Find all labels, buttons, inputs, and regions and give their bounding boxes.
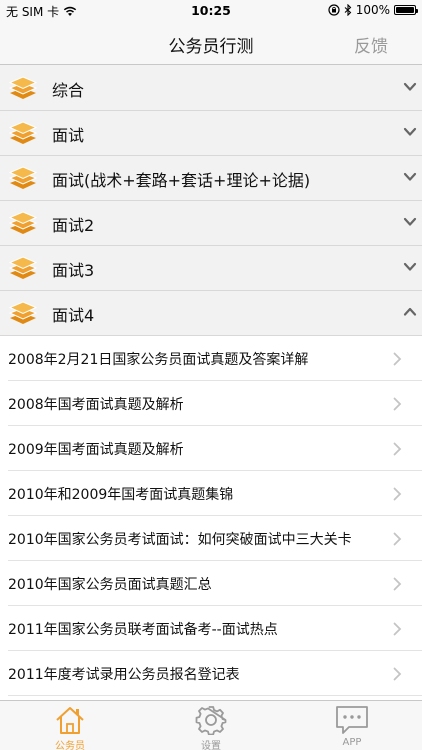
tab-app[interactable]: APP: [302, 701, 402, 750]
tab-label: 公务员: [55, 741, 85, 750]
list-item-label: 2011年国家公务员联考面试备考--面试热点: [8, 622, 278, 638]
section-label: 面试: [52, 126, 85, 145]
home-icon: [56, 707, 84, 734]
list-item[interactable]: 2008年国考面试真题及解析: [0, 381, 422, 426]
content-list[interactable]: 综合 面试 面试(战术+套路+套话+理论+论据) 面试2 面试3 面试4 200…: [0, 66, 422, 700]
list-item-label: 2010年国家公务员考试面试：如何突破面试中三大关卡: [8, 532, 352, 548]
list-item[interactable]: 2011年国家公务员联考面试备考--面试热点: [0, 606, 422, 651]
section-header-mianshi-4[interactable]: 面试4: [0, 291, 422, 336]
section-header-mianshi-3[interactable]: 面试3: [0, 246, 422, 291]
chevron-down-icon: [403, 262, 417, 271]
chevron-down-icon: [403, 82, 417, 91]
list-item[interactable]: 2010年国家公务员考试面试：如何突破面试中三大关卡: [0, 516, 422, 561]
tab-label: 设置: [201, 741, 221, 750]
section-label: 面试4: [52, 306, 95, 325]
list-item-label: 2009年国考面试真题及解析: [8, 442, 184, 458]
chevron-right-icon: [393, 487, 402, 501]
status-right-group: 100%: [328, 3, 418, 17]
stack-layers-icon: [8, 166, 38, 189]
battery-icon: [394, 5, 418, 15]
stack-layers-icon: [8, 121, 38, 144]
chat-bubble-icon: [336, 706, 368, 734]
list-item-label: 2010年和2009年国考面试真题集锦: [8, 487, 234, 503]
chevron-right-icon: [393, 352, 402, 366]
chevron-right-icon: [393, 442, 402, 456]
chevron-down-icon: [403, 127, 417, 136]
stack-layers-icon: [8, 256, 38, 279]
chevron-right-icon: [393, 397, 402, 411]
chevron-right-icon: [393, 667, 402, 681]
stack-layers-icon: [8, 76, 38, 99]
section-header-zonghe[interactable]: 综合: [0, 66, 422, 111]
bluetooth-icon: [344, 4, 351, 16]
orientation-lock-icon: [328, 4, 340, 16]
tab-label: APP: [342, 737, 362, 748]
feedback-button[interactable]: 反馈: [354, 32, 388, 57]
section-label: 综合: [52, 81, 85, 100]
list-item[interactable]: 2011年度考试录用公务员报名登记表: [0, 651, 422, 696]
section-header-mianshi[interactable]: 面试: [0, 111, 422, 156]
list-item[interactable]: 2008年2月21日国家公务员面试真题及答案详解: [0, 336, 422, 381]
section-header-mianshi-2[interactable]: 面试2: [0, 201, 422, 246]
list-item[interactable]: 2009年国考面试真题及解析: [0, 426, 422, 471]
chevron-right-icon: [393, 577, 402, 591]
gear-icon: [195, 706, 227, 735]
navigation-bar: 公务员行测 反馈: [0, 20, 422, 65]
chevron-up-icon: [403, 307, 417, 316]
section-label: 面试3: [52, 261, 95, 280]
tab-settings[interactable]: 设置: [161, 701, 261, 750]
stack-layers-icon: [8, 211, 38, 234]
chevron-right-icon: [393, 532, 402, 546]
section-label: 面试2: [52, 216, 95, 235]
list-item-label: 2008年2月21日国家公务员面试真题及答案详解: [8, 352, 309, 368]
list-item-label: 2008年国考面试真题及解析: [8, 397, 184, 413]
chevron-right-icon: [393, 622, 402, 636]
section-label: 面试(战术+套路+套话+理论+论据): [52, 171, 311, 190]
list-item[interactable]: 2010年和2009年国考面试真题集锦: [0, 471, 422, 516]
status-bar: 无 SIM 卡 10:25 100%: [0, 0, 422, 20]
list-item[interactable]: 2010年国家公务员面试真题汇总: [0, 561, 422, 606]
battery-percent: 100%: [355, 3, 390, 17]
stack-layers-icon: [8, 301, 38, 324]
chevron-down-icon: [403, 172, 417, 181]
tab-bar: 公务员 设置 APP: [0, 700, 422, 750]
list-item-label: 2011年度考试录用公务员报名登记表: [8, 667, 240, 683]
section-header-mianshi-tactics[interactable]: 面试(战术+套路+套话+理论+论据): [0, 156, 422, 201]
list-item-label: 2010年国家公务员面试真题汇总: [8, 577, 212, 593]
tab-gongwuyuan[interactable]: 公务员: [20, 701, 120, 750]
chevron-down-icon: [403, 217, 417, 226]
